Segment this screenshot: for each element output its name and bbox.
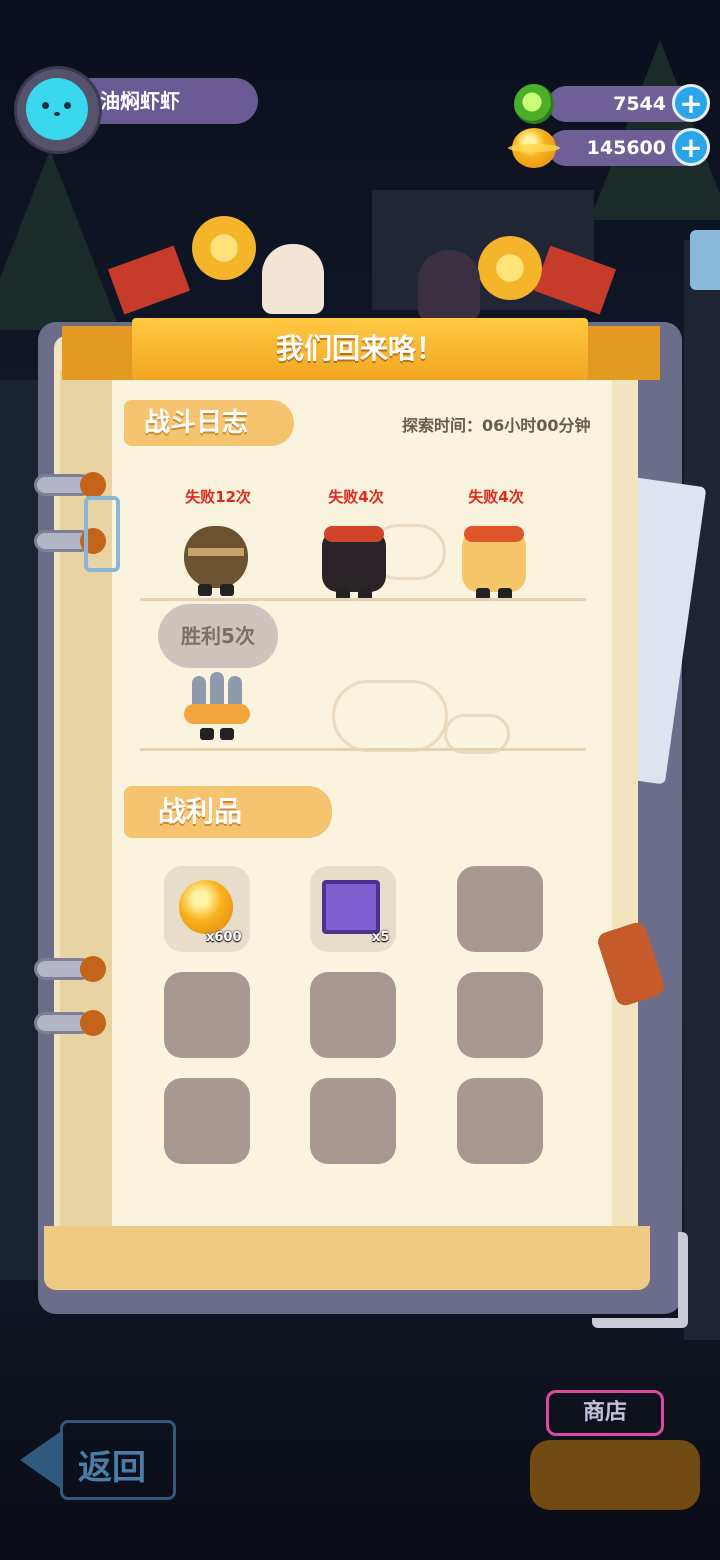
background-wall	[0, 380, 40, 1280]
trumpet-icon	[192, 216, 256, 280]
loot-count: x5	[372, 930, 390, 945]
banner-title: 我们回来咯！	[275, 332, 444, 365]
back-arrow-icon	[20, 1432, 60, 1488]
background-tree	[0, 150, 120, 330]
loot-count: x600	[206, 930, 242, 945]
binder-rivet	[80, 1010, 106, 1036]
player-name-plate[interactable]: 油焖虾虾	[78, 78, 258, 124]
cat-face-icon[interactable]	[26, 78, 88, 140]
page-bottom-strip	[44, 1226, 650, 1290]
ribbon-right-end	[580, 326, 660, 380]
battle-status: 失败4次	[468, 488, 524, 506]
binder-rivet	[80, 956, 106, 982]
background-wall	[684, 240, 720, 1340]
gold-coin-icon	[508, 128, 560, 168]
trumpet-icon	[478, 236, 542, 300]
loot-slot-empty	[164, 1078, 250, 1164]
loot-slot-empty	[457, 972, 543, 1058]
fish-pie-monster-icon	[184, 672, 250, 740]
purple-card-icon	[322, 880, 380, 934]
loot-slot[interactable]: x600	[164, 866, 250, 952]
loot-slot[interactable]: x5	[310, 866, 396, 952]
battle-status: 失败4次	[328, 488, 384, 506]
add-gold-button[interactable]: +	[672, 128, 710, 166]
ribbon-left-end	[62, 326, 142, 380]
shop-label: 商店	[582, 1400, 627, 1425]
shop-cart-icon[interactable]	[530, 1440, 700, 1510]
ground-line	[140, 598, 586, 601]
orange-sushi-monster-icon	[462, 526, 526, 600]
ground-line	[140, 748, 586, 751]
gold-amount: 145600	[586, 137, 666, 159]
trumpeter-cat-icon	[262, 244, 324, 314]
shop-button[interactable]: 商店	[546, 1390, 664, 1436]
back-label: 返回	[78, 1448, 146, 1488]
gold-coin-icon	[179, 880, 233, 934]
loot-slot-empty	[457, 866, 543, 952]
background-cloud	[332, 680, 448, 752]
dark-sushi-monster-icon	[322, 526, 386, 600]
loot-slot-empty	[310, 1078, 396, 1164]
battle-log-label: 战斗日志	[124, 400, 294, 446]
gem-amount: 7544	[613, 93, 666, 115]
trumpeter-cat-icon	[418, 250, 480, 320]
back-button[interactable]: 返回	[20, 1402, 176, 1514]
result-banner: 我们回来咯！	[132, 318, 588, 380]
binder-rivet	[80, 472, 106, 498]
mummy-monster-icon	[184, 526, 248, 596]
side-clip-icon	[690, 230, 720, 290]
corner-clip-icon	[592, 1232, 688, 1328]
add-gems-button[interactable]: +	[672, 84, 710, 122]
victory-count: 胜利5次	[181, 624, 255, 648]
loot-label: 战利品	[124, 786, 332, 838]
victory-bubble: 胜利5次	[158, 604, 278, 668]
loot-slot-empty	[164, 972, 250, 1058]
explore-time: 探索时间：06小时00分钟	[402, 416, 591, 435]
loot-slot-empty	[457, 1078, 543, 1164]
paper-clip-icon	[84, 496, 120, 572]
battle-status: 失败12次	[185, 488, 251, 506]
red-flag-icon	[107, 245, 191, 315]
loot-label-text: 战利品	[158, 795, 243, 828]
battle-log-label-text: 战斗日志	[144, 408, 249, 438]
player-name: 油焖虾虾	[100, 89, 180, 113]
gem-icon	[514, 84, 554, 124]
loot-slot-empty	[310, 972, 396, 1058]
